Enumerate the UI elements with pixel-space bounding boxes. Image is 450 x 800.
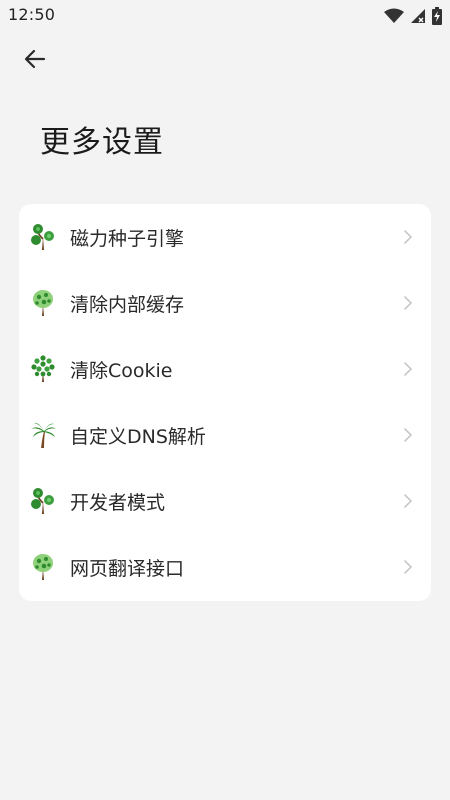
chevron-right-icon <box>404 296 413 310</box>
settings-card: 磁力种子引擎 清除内部缓存 清除Cookie 自定义DNS解析 开发者模式 网页… <box>19 204 431 601</box>
tree-icon <box>31 224 54 250</box>
chevron-right-icon <box>404 428 413 442</box>
arrow-left-icon <box>24 49 46 69</box>
back-button[interactable] <box>18 42 52 76</box>
tree-icon <box>31 355 55 382</box>
settings-item-label: 网页翻译接口 <box>70 557 185 580</box>
settings-item-clear-cookie[interactable]: 清除Cookie <box>19 336 431 402</box>
settings-item-custom-dns[interactable]: 自定义DNS解析 <box>19 402 431 468</box>
page-title: 更多设置 <box>40 125 164 160</box>
chevron-right-icon <box>404 230 413 244</box>
chevron-right-icon <box>404 494 413 508</box>
tree-icon <box>33 554 53 580</box>
settings-item-label: 清除内部缓存 <box>70 293 185 316</box>
palm-tree-icon <box>31 422 56 448</box>
tree-icon <box>31 488 54 514</box>
settings-item-label: 自定义DNS解析 <box>70 425 206 448</box>
status-time: 12:50 <box>8 5 56 24</box>
settings-item-magnet-engine[interactable]: 磁力种子引擎 <box>19 204 431 270</box>
settings-item-label: 磁力种子引擎 <box>70 227 185 250</box>
cellular-signal-icon <box>411 9 425 23</box>
settings-item-web-translate[interactable]: 网页翻译接口 <box>19 534 431 600</box>
settings-item-label: 清除Cookie <box>70 359 173 382</box>
status-bar: 12:50 <box>0 0 450 32</box>
tree-icon <box>33 290 53 316</box>
battery-charging-icon <box>432 7 442 25</box>
status-icons <box>384 6 442 26</box>
chevron-right-icon <box>404 362 413 376</box>
chevron-right-icon <box>404 560 413 574</box>
settings-item-clear-cache[interactable]: 清除内部缓存 <box>19 270 431 336</box>
wifi-icon <box>384 8 404 23</box>
settings-item-developer-mode[interactable]: 开发者模式 <box>19 468 431 534</box>
settings-item-label: 开发者模式 <box>70 491 166 514</box>
